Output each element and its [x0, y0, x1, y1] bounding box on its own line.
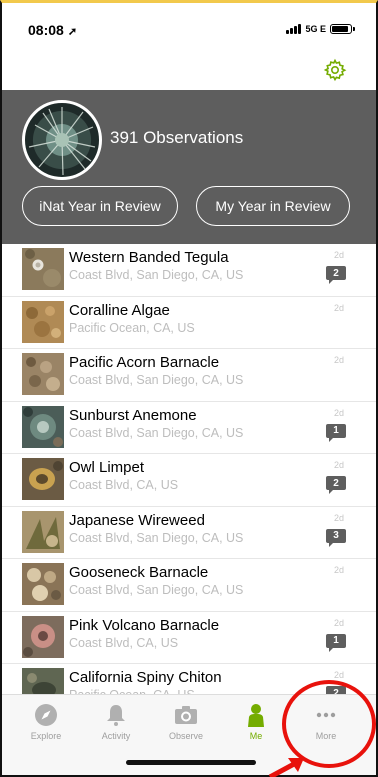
observation-age: 2d: [333, 250, 344, 260]
person-icon: [248, 704, 264, 727]
observation-place: Coast Blvd, San Diego, CA, US: [69, 425, 244, 440]
tab-observe[interactable]: Observe: [156, 703, 216, 741]
my-year-in-review-button[interactable]: My Year in Review: [196, 186, 350, 226]
settings-gear-icon[interactable]: [323, 58, 347, 82]
tab-activity[interactable]: Activity: [86, 703, 146, 741]
comment-count-badge: 2: [326, 266, 346, 284]
observation-age: 2d: [333, 407, 344, 418]
observation-age: 2d: [333, 670, 344, 680]
avatar[interactable]: [22, 100, 102, 180]
observation-age: 2d: [333, 565, 344, 575]
observation-name: Gooseneck Barnacle: [69, 564, 209, 581]
observation-thumbnail: [22, 248, 64, 290]
inat-year-in-review-button[interactable]: iNat Year in Review: [22, 186, 178, 226]
list-item[interactable]: Gooseneck Barnacle Coast Blvd, San Diego…: [2, 559, 376, 612]
observation-name: Western Banded Tegula: [69, 249, 229, 266]
comment-count-badge: 1: [326, 633, 346, 652]
battery-icon: [330, 24, 355, 34]
observation-age: 2d: [333, 617, 344, 628]
avatar-image: [28, 107, 96, 176]
tab-label: Observe: [168, 731, 203, 741]
signal-bar: [298, 24, 302, 34]
comment-count-badge: 2: [326, 476, 346, 494]
network-type: 5G E: [305, 24, 326, 34]
tab-explore[interactable]: Explore: [16, 703, 76, 741]
home-indicator: [126, 760, 256, 765]
bell-icon: [107, 705, 125, 726]
tab-label: Explore: [30, 731, 62, 741]
comment-count-badge: 3: [326, 528, 346, 547]
profile-header: 391 Observations iNat Year in Review My …: [2, 90, 376, 244]
observation-thumbnail: [22, 300, 64, 343]
observation-name: California Spiny Chiton: [69, 669, 222, 686]
list-item[interactable]: Pink Volcano Barnacle Coast Blvd, CA, US…: [2, 612, 376, 664]
tab-label: Activity: [101, 731, 131, 741]
observation-place: Pacific Ocean, CA, US: [69, 320, 195, 335]
observation-name: Owl Limpet: [69, 459, 145, 476]
camera-icon: [175, 706, 197, 724]
list-item[interactable]: Owl Limpet Coast Blvd, CA, US 2d 2: [2, 454, 376, 507]
observation-age: 2d: [333, 302, 344, 313]
annotation-arrow-icon: [268, 758, 304, 777]
observation-place: Coast Blvd, San Diego, CA, US: [69, 268, 244, 282]
tab-me[interactable]: Me: [226, 703, 286, 741]
observation-place: Coast Blvd, CA, US: [69, 635, 179, 650]
tab-label: Me: [249, 731, 263, 741]
list-item[interactable]: Coralline Algae Pacific Ocean, CA, US 2d: [2, 297, 376, 349]
status-time: 08:08 ➚: [28, 22, 78, 38]
signal-bar: [286, 30, 290, 34]
signal-bar: [294, 26, 298, 34]
comment-count-badge: 1: [326, 423, 346, 442]
observation-name: Japanese Wireweed: [69, 511, 205, 529]
compass-icon: [35, 704, 57, 726]
observation-thumbnail: [22, 353, 64, 395]
observation-place: Coast Blvd, San Diego, CA, US: [69, 530, 244, 545]
observation-place: Coast Blvd, CA, US: [69, 478, 179, 492]
observation-age: 2d: [333, 355, 344, 365]
observation-count[interactable]: 391 Observations: [110, 128, 243, 148]
observation-name: Sunburst Anemone: [69, 406, 197, 424]
observation-name: Pink Volcano Barnacle: [69, 616, 220, 634]
signal-indicator: 5G E: [286, 24, 355, 34]
observation-thumbnail: [22, 563, 64, 605]
observation-list: Western Banded Tegula Coast Blvd, San Di…: [2, 244, 376, 717]
list-item[interactable]: Western Banded Tegula Coast Blvd, San Di…: [2, 244, 376, 297]
observation-name: Pacific Acorn Barnacle: [69, 354, 220, 371]
signal-bar: [290, 28, 294, 34]
observation-thumbnail: [22, 405, 64, 448]
annotation-highlight-circle: [282, 680, 376, 768]
observation-age: 2d: [333, 512, 344, 523]
location-arrow-icon: ➚: [67, 26, 78, 38]
observation-thumbnail: [22, 458, 64, 500]
observation-thumbnail: [22, 510, 64, 553]
observation-name: Coralline Algae: [69, 301, 170, 319]
status-bar: 08:08 ➚ 5G E: [0, 8, 378, 50]
observation-place: Coast Blvd, San Diego, CA, US: [69, 583, 244, 597]
list-item[interactable]: Japanese Wireweed Coast Blvd, San Diego,…: [2, 507, 376, 559]
observation-thumbnail: [22, 615, 64, 658]
list-item[interactable]: Sunburst Anemone Coast Blvd, San Diego, …: [2, 402, 376, 454]
list-item[interactable]: Pacific Acorn Barnacle Coast Blvd, San D…: [2, 349, 376, 402]
observation-age: 2d: [333, 460, 344, 470]
observation-place: Coast Blvd, San Diego, CA, US: [69, 373, 244, 387]
